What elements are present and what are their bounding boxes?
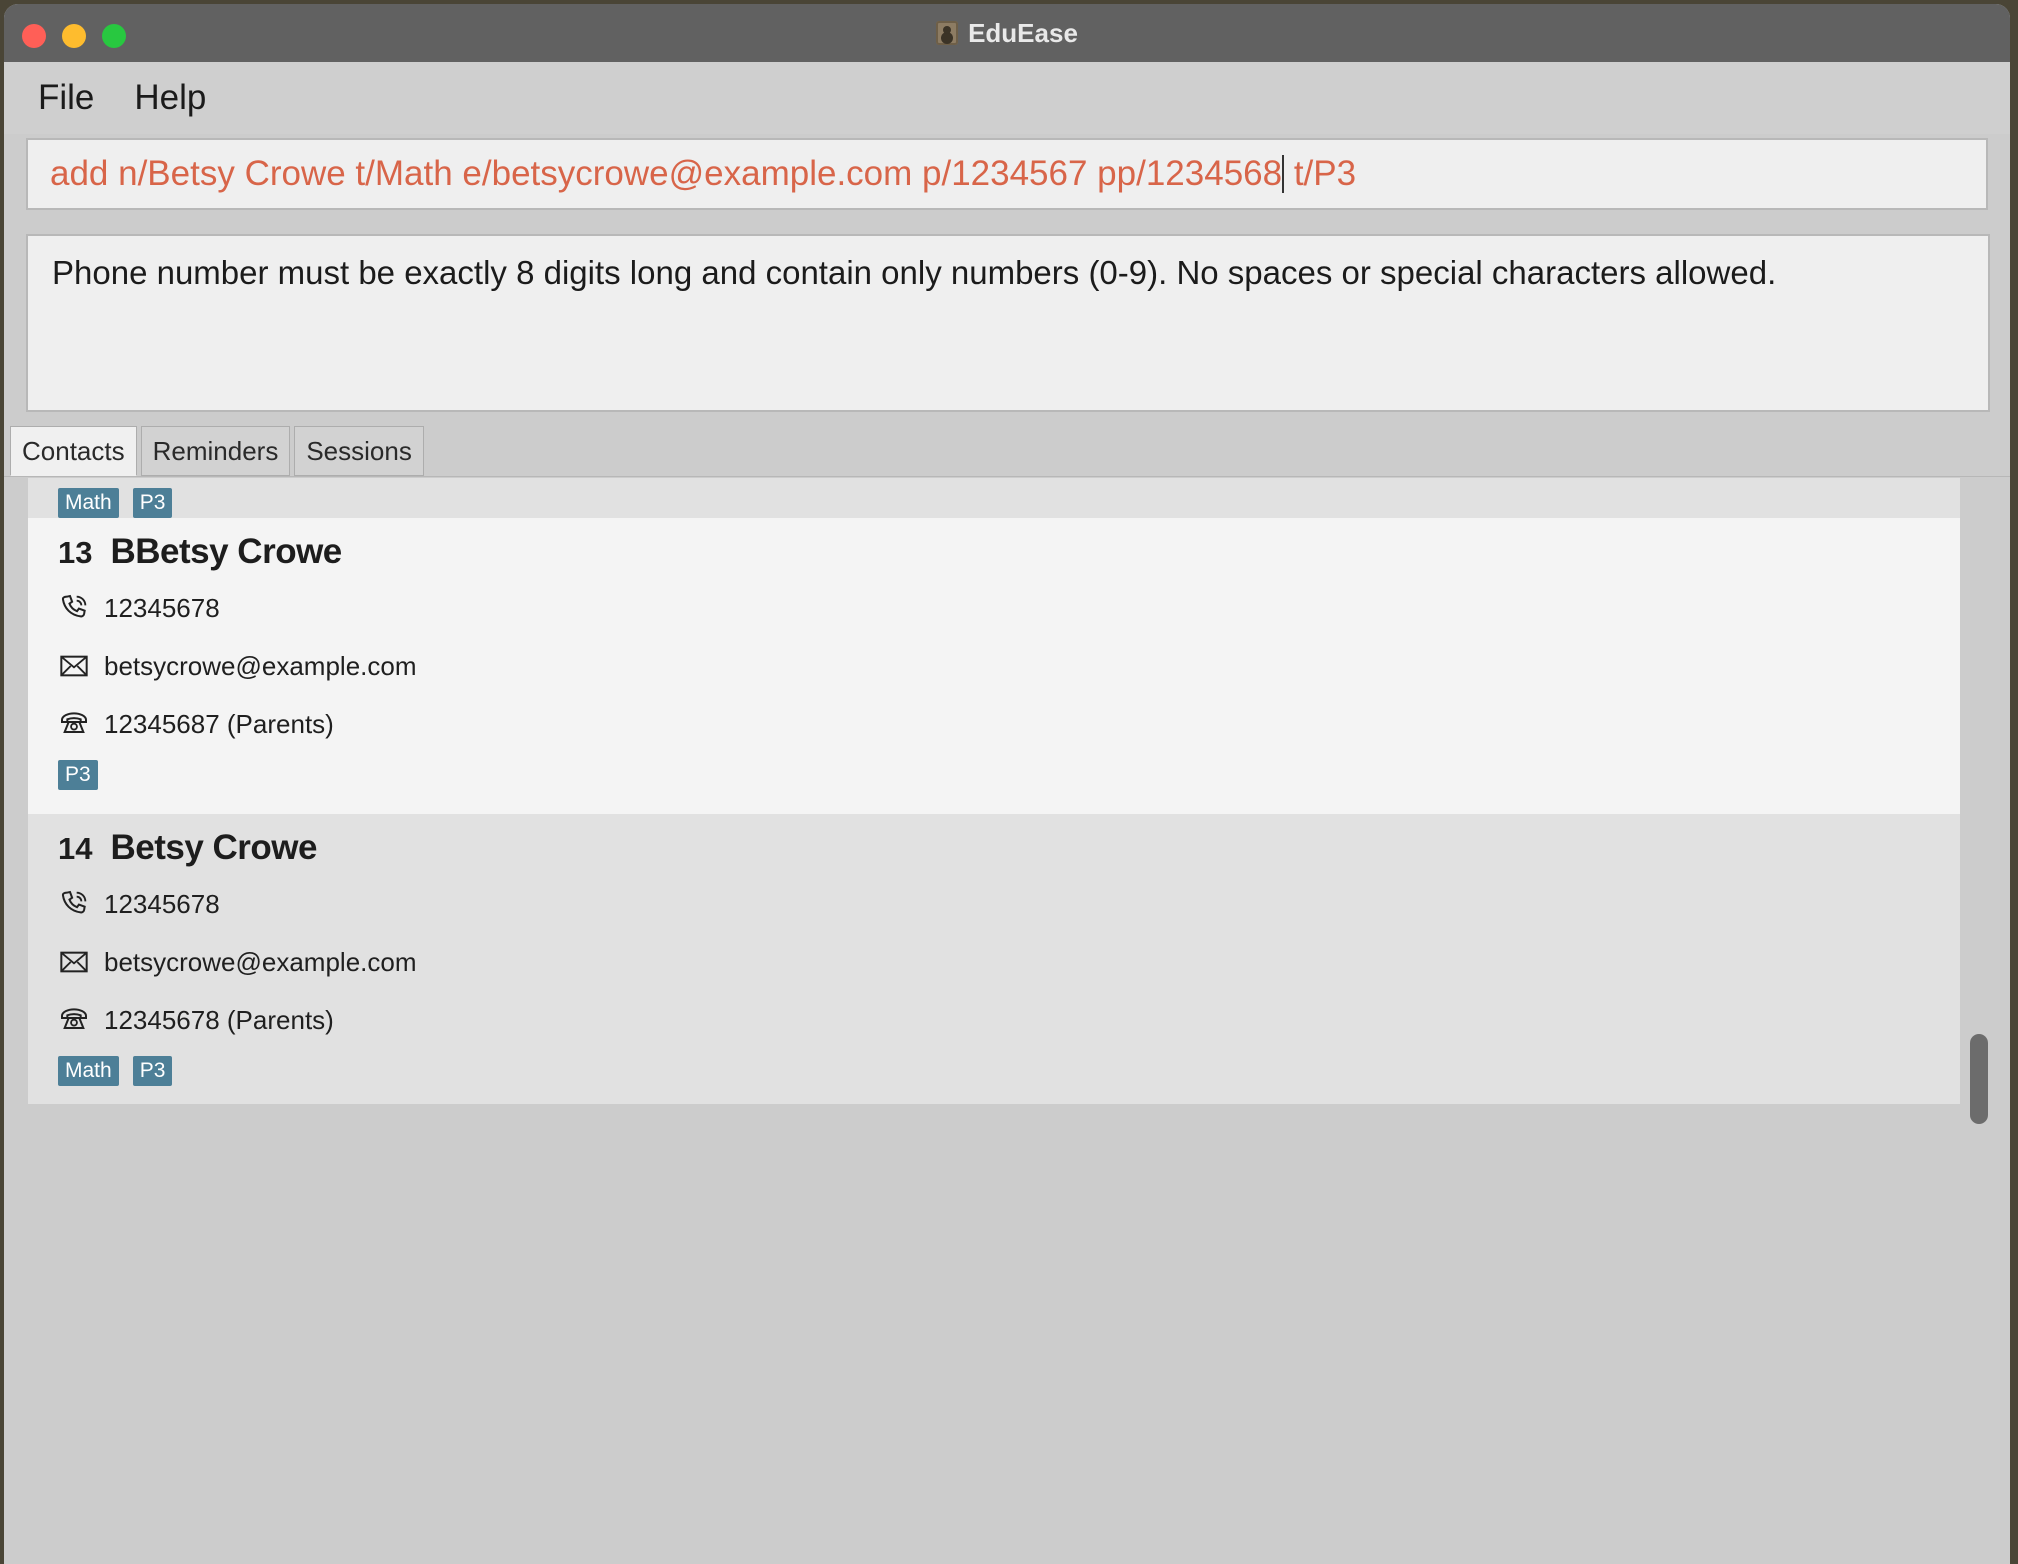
tag: Math bbox=[58, 1056, 119, 1086]
contact-card[interactable]: 14 Betsy Crowe 12345678 betsycrowe@examp… bbox=[28, 814, 1960, 1104]
phone-icon bbox=[61, 890, 87, 914]
parent-phone-number: 12345678 (Parents) bbox=[104, 1004, 334, 1035]
tab-bar: Contacts Reminders Sessions bbox=[10, 426, 424, 476]
app-window: EduEase File Help add n/Betsy Crowe t/Ma… bbox=[4, 4, 2010, 1564]
tab-sessions[interactable]: Sessions bbox=[294, 426, 424, 476]
contact-header: 14 Betsy Crowe bbox=[58, 814, 1960, 868]
tag: P3 bbox=[132, 488, 173, 518]
phone-number: 12345678 bbox=[104, 888, 220, 919]
contact-index: 13 bbox=[58, 535, 93, 570]
menu-help[interactable]: Help bbox=[134, 78, 206, 118]
parent-phone-row: 12345687 (Parents) bbox=[58, 704, 1960, 744]
email-address: betsycrowe@example.com bbox=[104, 946, 417, 977]
tag: Math bbox=[58, 488, 119, 518]
menu-file[interactable]: File bbox=[38, 78, 94, 118]
email-icon bbox=[60, 951, 88, 973]
tab-reminders[interactable]: Reminders bbox=[140, 426, 291, 476]
window-title: EduEase bbox=[968, 17, 1078, 48]
email-row: betsycrowe@example.com bbox=[58, 942, 1960, 982]
phone-number: 12345678 bbox=[104, 592, 220, 623]
app-contact-icon bbox=[936, 21, 959, 45]
contact-name: BBetsy Crowe bbox=[110, 532, 342, 571]
tag-list: Math P3 bbox=[58, 1056, 1960, 1086]
command-text-before-cursor: add n/Betsy Crowe t/Math e/betsycrowe@ex… bbox=[50, 154, 1283, 193]
phone-row: 12345678 bbox=[58, 588, 1960, 628]
contact-list[interactable]: Math P3 13 BBetsy Crowe 12345678 betsycr… bbox=[4, 478, 2010, 1564]
result-message: Phone number must be exactly 8 digits lo… bbox=[52, 254, 1777, 291]
menu-bar: File Help bbox=[4, 62, 2010, 134]
email-row: betsycrowe@example.com bbox=[58, 646, 1960, 686]
contact-card-partial[interactable]: Math P3 bbox=[28, 478, 1960, 518]
tab-divider bbox=[4, 476, 2010, 477]
result-display: Phone number must be exactly 8 digits lo… bbox=[26, 234, 1990, 412]
title-bar: EduEase bbox=[4, 4, 2010, 63]
contact-header: 13 BBetsy Crowe bbox=[58, 518, 1960, 572]
parent-phone-number: 12345687 (Parents) bbox=[104, 708, 334, 739]
tag-list: P3 bbox=[58, 760, 1960, 790]
command-input[interactable]: add n/Betsy Crowe t/Math e/betsycrowe@ex… bbox=[26, 138, 1988, 210]
contact-card[interactable]: 13 BBetsy Crowe 12345678 betsycrowe@exam… bbox=[28, 518, 1960, 814]
list-scrollbar-thumb[interactable] bbox=[1970, 1034, 1988, 1124]
phone-icon bbox=[61, 594, 87, 618]
contact-index: 14 bbox=[58, 831, 93, 866]
tag: P3 bbox=[58, 760, 98, 790]
parent-phone-row: 12345678 (Parents) bbox=[58, 1000, 1960, 1040]
tag: P3 bbox=[132, 1056, 173, 1086]
email-icon bbox=[60, 655, 88, 677]
tag-list: Math P3 bbox=[58, 478, 1960, 518]
command-text-after-cursor: t/P3 bbox=[1284, 154, 1357, 193]
tab-contacts[interactable]: Contacts bbox=[10, 426, 137, 476]
telephone-icon bbox=[61, 712, 87, 733]
email-address: betsycrowe@example.com bbox=[104, 650, 417, 681]
phone-row: 12345678 bbox=[58, 884, 1960, 924]
contact-name: Betsy Crowe bbox=[110, 828, 318, 867]
telephone-icon bbox=[61, 1008, 87, 1029]
